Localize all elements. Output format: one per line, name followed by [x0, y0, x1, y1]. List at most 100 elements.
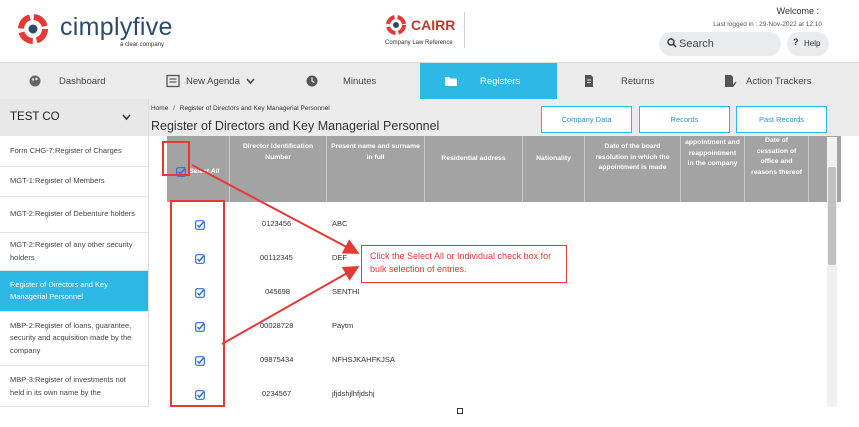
resize-handle[interactable]: [457, 408, 463, 414]
din-cell: 00112345: [260, 253, 293, 262]
company-selector[interactable]: TEST CO: [0, 99, 148, 136]
tracker-icon: [725, 75, 737, 88]
page-title: Register of Directors and Key Managerial…: [151, 119, 440, 133]
chevron-down-icon: [246, 78, 255, 85]
sidebar-item-mbp3[interactable]: MBP-3:Register of investments not held i…: [0, 366, 148, 407]
table-header: Select All Director Identification Numbe…: [167, 136, 841, 202]
help-button[interactable]: ? Help: [787, 32, 829, 56]
nav-action-trackers[interactable]: Action Trackers: [697, 63, 859, 100]
sidebar-item-label: Form CHG-7:Register of Charges: [10, 145, 122, 155]
sidebar-item-chg7[interactable]: Form CHG-7:Register of Charges: [0, 136, 148, 167]
cairr-subtitle: Company Law Reference: [385, 40, 453, 46]
cairr-logo-icon: [386, 15, 406, 35]
din-cell: 09875434: [260, 355, 294, 364]
list-icon: [166, 74, 180, 88]
row-checkbox[interactable]: [195, 390, 205, 400]
nav-label: Minutes: [343, 76, 377, 87]
nav-label: Returns: [621, 76, 655, 87]
sidebar-item-mgt2-security[interactable]: MGT-2:Register of any other security hol…: [0, 233, 148, 271]
page-header: Home / Register of Directors and Key Man…: [149, 99, 859, 136]
col-board-resolution: Date of the board resolution in which th…: [585, 136, 681, 202]
sidebar-item-label: MGT-2:Register of Debenture holders: [10, 209, 136, 219]
brand-logo-icon: [18, 14, 48, 44]
nav-minutes[interactable]: Minutes: [280, 63, 420, 100]
row-checkbox[interactable]: [195, 288, 205, 298]
row-checkbox[interactable]: [195, 356, 205, 366]
welcome-text: Welcome :: [776, 6, 819, 16]
brand-name: cimplyfive: [60, 13, 173, 41]
nav-label: Dashboard: [59, 76, 106, 87]
select-all-checkbox[interactable]: [176, 167, 186, 177]
col-din: Director Identification Number: [230, 136, 327, 202]
breadcrumb-separator: /: [173, 105, 175, 112]
table-row[interactable]: 00028728 Paytm: [167, 310, 841, 344]
brand-logo[interactable]: cimplyfive a clear company: [16, 10, 176, 54]
nav-label: Action Trackers: [746, 76, 812, 87]
app-window: cimplyfive a clear company CAIRR Company…: [0, 0, 859, 427]
sidebar-item-label: MBP-2:Register of loans, guarantee, secu…: [10, 320, 132, 355]
sidebar-item-mgt2-debenture[interactable]: MGT-2:Register of Debenture holders: [0, 197, 148, 233]
folder-icon: [445, 77, 457, 86]
din-cell: 0234567: [262, 389, 292, 398]
brand-subtitle: a clear company: [120, 42, 165, 48]
select-all-header[interactable]: Select All: [167, 136, 230, 202]
din-cell: 00028728: [260, 321, 294, 330]
past-records-button[interactable]: Past Records: [736, 106, 827, 133]
bottom-strip: [0, 407, 859, 427]
nav-new-agenda[interactable]: New Agenda: [140, 63, 280, 100]
sidebar-item-label: MGT-1:Register of Members: [10, 176, 105, 186]
nav-registers[interactable]: Registers: [420, 63, 557, 100]
row-checkbox[interactable]: [195, 254, 205, 264]
breadcrumb-current: Register of Directors and Key Managerial…: [179, 105, 330, 112]
sidebar: TEST CO Form CHG-7:Register of Charges M…: [0, 99, 149, 407]
sidebar-item-label: MGT-2:Register of any other security hol…: [10, 240, 133, 262]
annotation-callout: Click the Select All or Individual check…: [361, 245, 567, 283]
vertical-scrollbar[interactable]: [827, 137, 837, 407]
name-cell: jfjdshjlhfjdshj: [332, 389, 375, 398]
last-logged-text: Last logged in : 29-Nov-2022 at 12:10: [713, 21, 822, 28]
palette-icon: [29, 75, 41, 87]
sidebar-item-directors-kmp[interactable]: Register of Directors and Key Managerial…: [0, 271, 148, 312]
sidebar-item-mgt1[interactable]: MGT-1:Register of Members: [0, 167, 148, 197]
nav-returns[interactable]: Returns: [557, 63, 697, 100]
col-address: Residential address: [425, 136, 523, 202]
search-label: Search: [679, 38, 714, 50]
nav-label: New Agenda: [186, 76, 240, 87]
document-icon: [585, 75, 593, 87]
col-nationality: Nationality: [523, 136, 585, 202]
table-row[interactable]: 0234567 jfjdshjlhfjdshj: [167, 378, 841, 407]
select-all-label: Select All: [189, 167, 220, 175]
table-row[interactable]: 0123456 ABC: [167, 208, 841, 242]
cairr-logo[interactable]: CAIRR Company Law Reference: [385, 13, 475, 53]
row-checkbox[interactable]: [195, 220, 205, 230]
name-cell: SENTHI: [332, 287, 360, 296]
name-cell: NFHSJKAHFKJSA: [332, 355, 395, 364]
col-appointment: appointment and reappointment in the com…: [681, 136, 745, 202]
sidebar-item-label: Register of Directors and Key Managerial…: [10, 279, 108, 302]
breadcrumb-home[interactable]: Home: [151, 105, 168, 112]
cairr-title: CAIRR: [411, 17, 456, 33]
col-cessation: Date of cessation of office and reasons …: [745, 136, 809, 202]
help-icon: ?: [793, 37, 799, 47]
header: cimplyfive a clear company CAIRR Company…: [0, 0, 859, 62]
name-cell: ABC: [332, 219, 348, 228]
search-icon: [667, 38, 677, 48]
row-checkbox[interactable]: [195, 322, 205, 332]
header-divider: [464, 12, 465, 48]
scrollbar-thumb[interactable]: [828, 167, 836, 265]
col-name: Present name and surname in full: [327, 136, 425, 202]
search-button[interactable]: Search: [659, 32, 781, 56]
records-button[interactable]: Records: [639, 106, 730, 133]
main-nav: Dashboard New Agenda Minutes Registers R…: [0, 62, 859, 100]
table-row[interactable]: 09875434 NFHSJKAHFKJSA: [167, 344, 841, 378]
help-label: Help: [804, 39, 821, 48]
din-cell: 045698: [265, 287, 291, 296]
din-cell: 0123456: [262, 219, 292, 228]
nav-label: Registers: [480, 76, 521, 87]
sidebar-item-mbp2[interactable]: MBP-2:Register of loans, guarantee, secu…: [0, 312, 148, 366]
clock-icon: [306, 75, 318, 87]
sidebar-item-label: MBP-3:Register of investments not held i…: [10, 375, 126, 397]
nav-dashboard[interactable]: Dashboard: [0, 63, 140, 100]
company-data-button[interactable]: Company Data: [541, 106, 632, 133]
chevron-down-icon: [122, 114, 131, 121]
